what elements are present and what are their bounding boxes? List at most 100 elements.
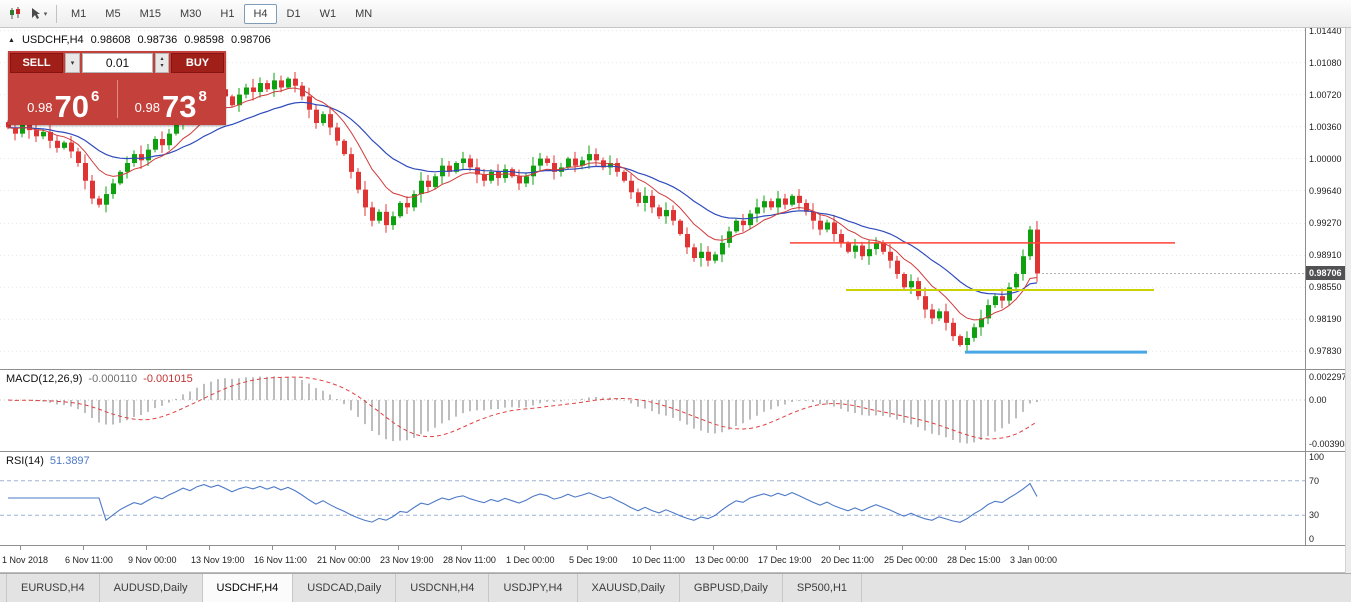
time-axis-label: 28 Dec 15:00 [947, 555, 1001, 565]
volume-up-button[interactable]: ▴ [160, 56, 163, 63]
candlestick-glyph [9, 7, 22, 20]
time-axis-tick [902, 546, 903, 550]
trade-prices-row: 0.98 70 6 0.98 73 8 [10, 75, 224, 123]
time-axis-tick [776, 546, 777, 550]
chart-tab-usdcnh-h4[interactable]: USDCNH,H4 [396, 574, 489, 602]
timeframe-button-h4[interactable]: H4 [244, 4, 276, 24]
rsi-scale-label: 70 [1309, 476, 1319, 486]
timeframe-button-mn[interactable]: MN [346, 4, 381, 24]
chart-tab-xauusd-daily[interactable]: XAUUSD,Daily [578, 574, 680, 602]
price-scale-label: 0.99640 [1309, 186, 1342, 196]
price-scale[interactable]: 0.98706 1.01440 1.01080 1.00720 1.00360 1.00… [1305, 28, 1345, 369]
symbol-marker-icon: ▲ [8, 37, 15, 44]
main-chart-panel: ▲ USDCHF,H4 0.98608 0.98736 0.98598 0.98… [0, 28, 1345, 370]
chart-tab-sp500-h1[interactable]: SP500,H1 [783, 574, 862, 602]
macd-value-main: -0.000110 [88, 373, 137, 385]
time-axis-label: 17 Dec 19:00 [758, 555, 812, 565]
buy-price-pips: 73 [162, 94, 196, 120]
time-axis-tick [839, 546, 840, 550]
time-axis-label: 6 Nov 11:00 [65, 555, 113, 565]
time-axis-label: 23 Nov 19:00 [380, 555, 434, 565]
macd-label: MACD(12,26,9) -0.000110 -0.001015 [6, 373, 193, 385]
sell-price[interactable]: 0.98 70 6 [10, 75, 117, 123]
volume-input[interactable] [82, 53, 153, 73]
symbol-label: USDCHF,H4 [22, 34, 84, 46]
buy-price[interactable]: 0.98 73 8 [118, 75, 225, 123]
time-axis-tick [83, 546, 84, 550]
time-axis-label: 5 Dec 19:00 [569, 555, 618, 565]
workspace: ▲ USDCHF,H4 0.98608 0.98736 0.98598 0.98… [0, 28, 1345, 573]
time-axis-label: 10 Dec 11:00 [632, 555, 685, 565]
price-scale-label: 1.01080 [1309, 58, 1342, 68]
sell-price-prefix: 0.98 [27, 100, 52, 115]
volume-down-button[interactable]: ▾ [160, 63, 163, 70]
rsi-scale-label: 100 [1309, 452, 1324, 462]
chart-tab-usdcad-daily[interactable]: USDCAD,Daily [293, 574, 396, 602]
volume-spinner[interactable]: ▴ ▾ [155, 53, 169, 73]
time-axis-label: 20 Dec 11:00 [821, 555, 874, 565]
time-axis[interactable]: 1 Nov 20186 Nov 11:009 Nov 00:0013 Nov 1… [0, 546, 1345, 573]
timeframe-button-h1[interactable]: H1 [211, 4, 243, 24]
macd-canvas[interactable] [0, 370, 1305, 451]
top-toolbar: ▾ M1M5M15M30H1H4D1W1MN [0, 0, 1351, 28]
chart-tab-usdjpy-h4[interactable]: USDJPY,H4 [489, 574, 577, 602]
timeframe-button-d1[interactable]: D1 [278, 4, 310, 24]
rsi-label: RSI(14) 51.3897 [6, 455, 90, 467]
price-scale-label: 0.99270 [1309, 218, 1342, 228]
time-axis-tick [965, 546, 966, 550]
rsi-scale: 100 70 30 0 [1305, 452, 1345, 545]
time-axis-label: 3 Jan 00:00 [1010, 555, 1057, 565]
chart-tab-usdchf-h4[interactable]: USDCHF,H4 [203, 574, 294, 602]
timeframe-toolbar: M1M5M15M30H1H4D1W1MN [62, 4, 381, 24]
ohlc-close: 0.98706 [231, 34, 271, 46]
time-axis-label: 28 Nov 11:00 [443, 555, 496, 565]
chart-tab-eurusd-h4[interactable]: EURUSD,H4 [6, 574, 100, 602]
macd-value-signal: -0.001015 [143, 373, 193, 385]
ohlc-high: 0.98736 [137, 34, 177, 46]
chart-tools-dropdown[interactable]: ▾ [27, 3, 51, 24]
buy-price-prefix: 0.98 [135, 100, 160, 115]
rsi-canvas[interactable] [0, 452, 1305, 545]
time-axis-tick [1028, 546, 1029, 550]
timeframe-button-m5[interactable]: M5 [96, 4, 129, 24]
buy-button[interactable]: BUY [171, 53, 224, 73]
chart-icon[interactable] [3, 3, 27, 24]
price-scale-label: 1.00720 [1309, 90, 1342, 100]
time-axis-label: 16 Nov 11:00 [254, 555, 307, 565]
timeframe-button-m15[interactable]: M15 [131, 4, 170, 24]
price-scale-label: 0.98190 [1309, 314, 1342, 324]
time-axis-tick [713, 546, 714, 550]
time-axis-tick [524, 546, 525, 550]
chart-tab-bar: EURUSD,H4AUDUSD,DailyUSDCHF,H4USDCAD,Dai… [0, 573, 1351, 602]
timeframe-button-m1[interactable]: M1 [62, 4, 95, 24]
time-axis-tick [398, 546, 399, 550]
time-axis-label: 9 Nov 00:00 [128, 555, 177, 565]
price-scale-label: 1.01440 [1309, 28, 1342, 36]
chart-tab-audusd-daily[interactable]: AUDUSD,Daily [100, 574, 203, 602]
volume-dropdown-button[interactable]: ▾ [65, 53, 80, 73]
price-scale-label: 1.00000 [1309, 154, 1342, 164]
macd-scale: 0.0022970.00-0.003904 [1305, 370, 1345, 451]
macd-scale-label: 0.00 [1309, 395, 1327, 405]
vertical-scrollbar[interactable] [1345, 28, 1351, 573]
toolbar-separator [56, 5, 57, 23]
one-click-trading-panel: SELL ▾ ▴ ▾ BUY 0.98 70 6 [8, 51, 226, 125]
macd-panel: MACD(12,26,9) -0.000110 -0.001015 0.0022… [0, 370, 1345, 452]
rsi-scale-label: 30 [1309, 510, 1319, 520]
rsi-scale-label: 0 [1309, 534, 1314, 544]
time-axis-tick [209, 546, 210, 550]
sell-price-pipette: 6 [91, 88, 99, 105]
price-scale-label: 1.00360 [1309, 122, 1342, 132]
time-axis-tick [650, 546, 651, 550]
time-axis-label: 25 Dec 00:00 [884, 555, 938, 565]
current-price-badge: 0.98706 [1306, 266, 1345, 280]
sell-button[interactable]: SELL [10, 53, 63, 73]
rsi-panel: RSI(14) 51.3897 100 70 30 0 [0, 452, 1345, 546]
timeframe-button-w1[interactable]: W1 [311, 4, 346, 24]
chart-tab-gbpusd-daily[interactable]: GBPUSD,Daily [680, 574, 783, 602]
ohlc-low: 0.98598 [184, 34, 224, 46]
timeframe-button-m30[interactable]: M30 [171, 4, 210, 24]
time-axis-label: 13 Dec 00:00 [695, 555, 749, 565]
symbol-ohlc-label: ▲ USDCHF,H4 0.98608 0.98736 0.98598 0.98… [8, 34, 271, 46]
time-axis-tick [146, 546, 147, 550]
